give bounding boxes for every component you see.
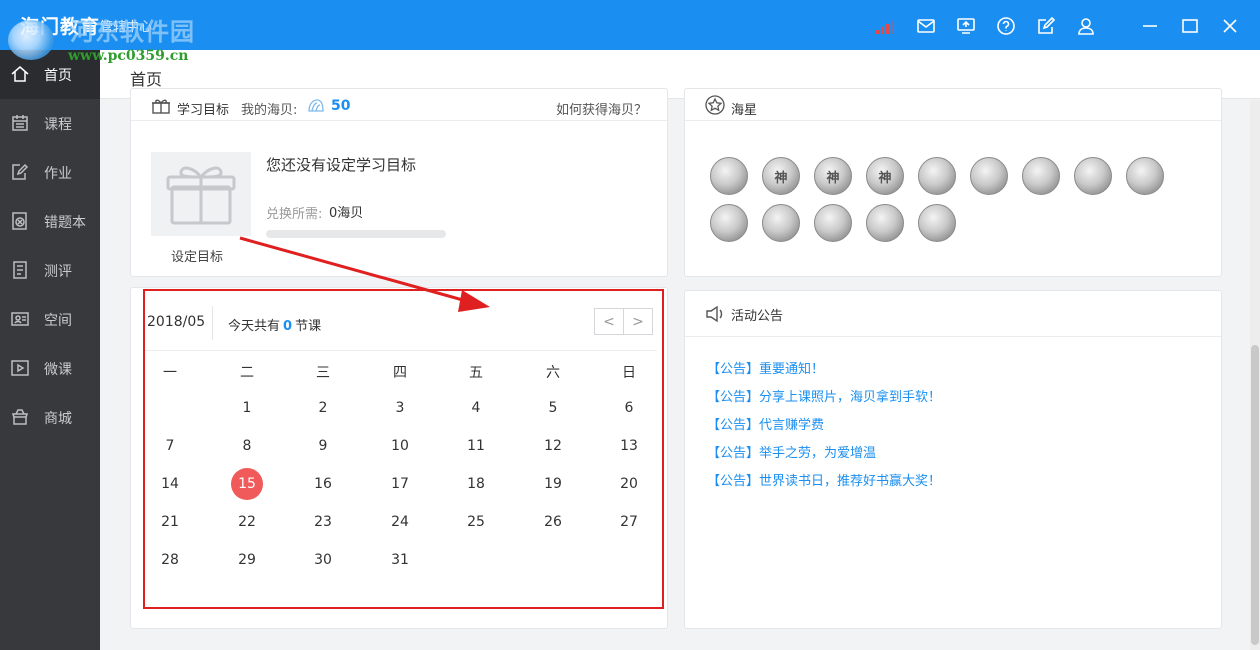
sidebar: 首页 课程 作业 错题本 测评 空间 微课 商城 bbox=[0, 50, 100, 650]
gift-icon bbox=[166, 166, 236, 225]
notice-card: 活动公告 【公告】重要通知！ 【公告】分享上课照片，海贝拿到手软！ 【公告】代言… bbox=[684, 290, 1222, 629]
medal-badge[interactable]: 神 bbox=[866, 157, 904, 195]
signal-icon bbox=[876, 18, 898, 34]
sidebar-item-label: 测评 bbox=[44, 263, 72, 280]
maximize-icon[interactable] bbox=[1179, 15, 1201, 37]
set-goal-button[interactable] bbox=[151, 152, 251, 236]
gift-small-icon bbox=[152, 99, 170, 114]
screen-share-icon[interactable] bbox=[955, 15, 977, 37]
medal-badge[interactable] bbox=[762, 204, 800, 242]
scrollbar[interactable] bbox=[1250, 100, 1260, 650]
medal-badge[interactable]: 神 bbox=[762, 157, 800, 195]
medal-badge[interactable] bbox=[866, 204, 904, 242]
medal-badge[interactable] bbox=[1022, 157, 1060, 195]
shell-icon bbox=[308, 99, 324, 112]
haibei-value: 50 bbox=[331, 98, 351, 114]
watermark-text: 河东软件园 bbox=[70, 18, 195, 46]
notice-item[interactable]: 【公告】分享上课照片，海贝拿到手软！ bbox=[707, 386, 941, 405]
sidebar-item-homework[interactable]: 作业 bbox=[0, 148, 100, 197]
wrong-book-icon bbox=[10, 211, 30, 231]
homework-icon bbox=[10, 162, 30, 182]
notice-item[interactable]: 【公告】世界读书日，推荐好书赢大奖！ bbox=[707, 470, 941, 489]
sidebar-item-courses[interactable]: 课程 bbox=[0, 99, 100, 148]
sidebar-item-label: 作业 bbox=[44, 165, 72, 182]
cost-label: 兑换所需: bbox=[266, 207, 323, 222]
sidebar-item-label: 错题本 bbox=[44, 214, 86, 231]
minimize-icon[interactable] bbox=[1139, 15, 1161, 37]
calendar-icon bbox=[10, 113, 30, 133]
notice-title: 活动公告 bbox=[731, 309, 784, 324]
notice-item[interactable]: 【公告】重要通知！ bbox=[707, 358, 824, 377]
page-title: 首页 bbox=[130, 70, 163, 89]
study-goal-title: 学习目标 bbox=[177, 103, 230, 118]
watermark-url: www.pc0359.cn bbox=[68, 48, 189, 64]
sea-star-header: 海星 bbox=[685, 89, 1221, 121]
edit-icon[interactable] bbox=[1035, 15, 1057, 37]
sea-star-title: 海星 bbox=[731, 103, 758, 118]
home-icon bbox=[10, 64, 30, 84]
notice-header: 活动公告 bbox=[685, 291, 1221, 337]
set-goal-label[interactable]: 设定目标 bbox=[171, 246, 223, 265]
sidebar-item-space[interactable]: 空间 bbox=[0, 295, 100, 344]
medal-badge[interactable] bbox=[1074, 157, 1112, 195]
sidebar-item-shop[interactable]: 商城 bbox=[0, 393, 100, 442]
notice-item[interactable]: 【公告】代言赚学费 bbox=[707, 414, 824, 433]
notice-item[interactable]: 【公告】举手之劳，为爱增温 bbox=[707, 442, 876, 461]
space-icon bbox=[10, 309, 30, 329]
sidebar-item-label: 微课 bbox=[44, 361, 72, 378]
sidebar-item-wrong-book[interactable]: 错题本 bbox=[0, 197, 100, 246]
sidebar-item-microcourse[interactable]: 微课 bbox=[0, 344, 100, 393]
haibei-label: 我的海贝: bbox=[241, 103, 298, 118]
medal-badge[interactable] bbox=[710, 204, 748, 242]
study-goal-header: 学习目标 我的海贝: 50 如何获得海贝？ bbox=[131, 89, 667, 121]
shop-icon bbox=[10, 407, 30, 427]
goal-progress-bar bbox=[266, 230, 446, 238]
sidebar-item-label: 课程 bbox=[44, 116, 72, 133]
calendar-card: 2018/05 今天共有 0 节课 < > 一二三四五六日 1 2 3 4 5 6 7 8 9 10 11… bbox=[130, 287, 668, 629]
close-icon[interactable] bbox=[1219, 15, 1241, 37]
sidebar-item-label: 首页 bbox=[44, 67, 72, 84]
mail-icon[interactable] bbox=[915, 15, 937, 37]
watermark-logo bbox=[8, 20, 54, 60]
medal-badge[interactable] bbox=[710, 157, 748, 195]
sidebar-item-label: 空间 bbox=[44, 312, 72, 329]
no-goal-text: 您还没有设定学习目标 bbox=[266, 156, 417, 174]
star-icon bbox=[705, 95, 725, 115]
help-icon[interactable] bbox=[995, 15, 1017, 37]
speaker-icon bbox=[706, 305, 723, 323]
medal-badge[interactable] bbox=[1126, 157, 1164, 195]
study-goal-card: 学习目标 我的海贝: 50 如何获得海贝？ 设定目标 您还没有设定学习目标 兑换… bbox=[130, 88, 668, 277]
medal-badge[interactable] bbox=[918, 204, 956, 242]
scroll-thumb[interactable] bbox=[1251, 345, 1259, 645]
sidebar-item-label: 商城 bbox=[44, 410, 72, 427]
highlight-box bbox=[143, 289, 664, 609]
sea-star-card: 海星 神神神 bbox=[684, 88, 1222, 277]
cost-value: 0海贝 bbox=[329, 206, 364, 221]
medal-badge[interactable] bbox=[918, 157, 956, 195]
how-to-get-haibei-link[interactable]: 如何获得海贝？ bbox=[556, 99, 647, 118]
test-icon bbox=[10, 260, 30, 280]
medal-badge[interactable]: 神 bbox=[814, 157, 852, 195]
user-icon[interactable] bbox=[1075, 15, 1097, 37]
sidebar-item-test[interactable]: 测评 bbox=[0, 246, 100, 295]
video-icon bbox=[10, 358, 30, 378]
medal-badge[interactable] bbox=[814, 204, 852, 242]
medal-badge[interactable] bbox=[970, 157, 1008, 195]
